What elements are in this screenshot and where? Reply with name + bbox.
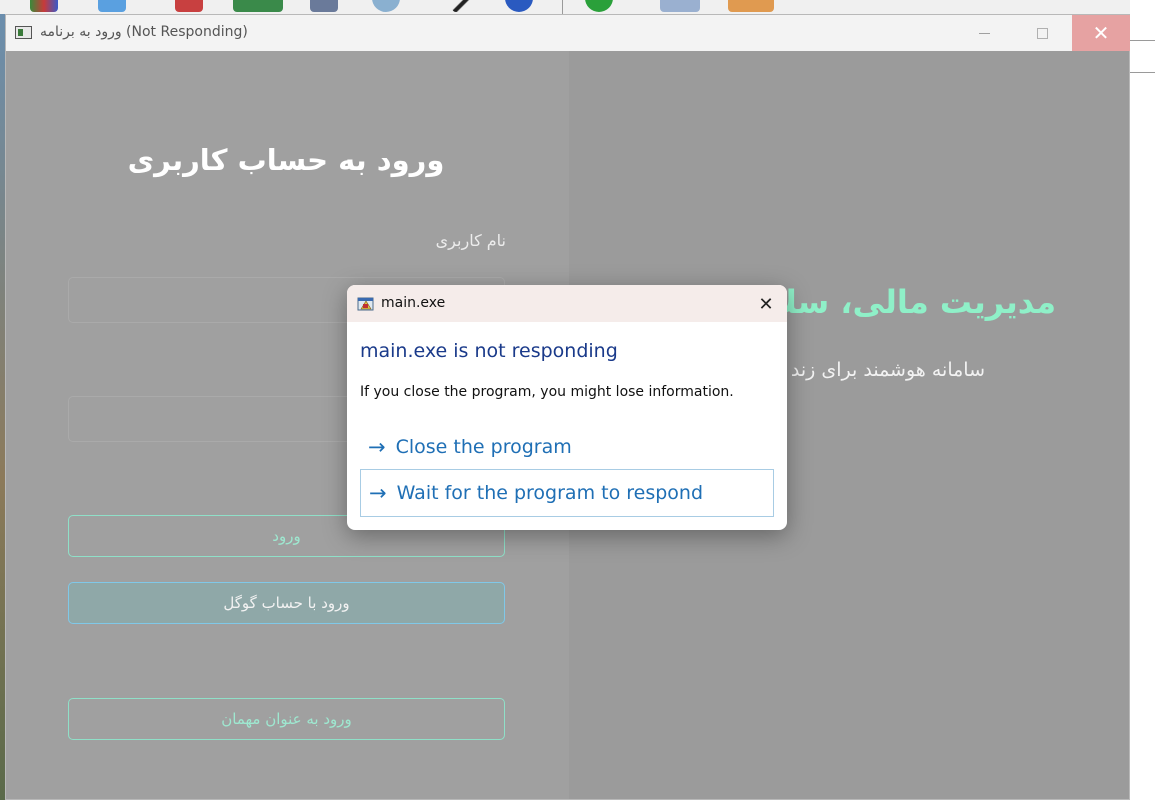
dialog-title: main.exe (381, 295, 446, 311)
close-icon: ✕ (1092, 21, 1110, 45)
close-icon: ✕ (758, 293, 774, 315)
toolbar-box-icon[interactable] (728, 0, 774, 12)
toolbar-magnifier-icon[interactable] (372, 0, 400, 12)
toolbar-info-icon[interactable] (505, 0, 533, 12)
minimize-button[interactable] (955, 15, 1013, 51)
hero-subtitle: سامانه هوشمند برای زند (790, 359, 985, 381)
google-login-button[interactable]: ورود با حساب گوگل (68, 582, 505, 624)
dialog-close-button[interactable]: ✕ (751, 291, 781, 317)
hero-title: مدیریت مالی، سلام (750, 283, 1056, 321)
guest-login-button[interactable]: ورود به عنوان مهمان (68, 698, 505, 740)
arrow-right-icon: → (368, 435, 386, 459)
option-label: Wait for the program to respond (396, 482, 704, 504)
window-titlebar[interactable]: ورود به برنامه (Not Responding) ✕ (6, 15, 1130, 51)
dialog-message: If you close the program, you might lose… (360, 384, 734, 400)
arrow-right-icon: → (369, 481, 387, 505)
background-app-toolbar (0, 0, 1155, 14)
wait-program-option[interactable]: → Wait for the program to respond (360, 469, 774, 517)
close-button[interactable]: ✕ (1072, 15, 1130, 51)
toolbar-book-icon[interactable] (233, 0, 283, 12)
window-title: ورود به برنامه (Not Responding) (40, 24, 248, 40)
background-window-edge (1130, 0, 1155, 800)
option-label: Close the program (395, 436, 572, 458)
close-program-option[interactable]: → Close the program (360, 423, 774, 471)
maximize-icon (1036, 27, 1048, 39)
background-divider (1130, 72, 1155, 73)
toolbar-separator (562, 0, 563, 14)
background-divider (1130, 40, 1155, 41)
app-window-icon (15, 26, 32, 39)
toolbar-window-icon[interactable] (98, 0, 126, 12)
toolbar-arrow-icon[interactable] (660, 0, 700, 12)
username-label: نام کاربری (435, 231, 506, 250)
minimize-icon (978, 32, 990, 34)
login-title: ورود به حساب کاربری (127, 143, 445, 177)
dialog-heading: main.exe is not responding (360, 340, 618, 362)
maximize-button[interactable] (1013, 15, 1071, 51)
toolbar-document-icon[interactable] (175, 0, 203, 12)
dialog-titlebar[interactable]: main.exe ✕ (347, 285, 787, 322)
toolbar-green-icon[interactable] (585, 0, 613, 12)
toolbar-books-icon[interactable] (30, 0, 58, 12)
toolbar-bin-icon[interactable] (310, 0, 338, 12)
not-responding-dialog: main.exe ✕ main.exe is not responding If… (347, 285, 787, 530)
application-icon (357, 297, 374, 311)
toolbar-wand-icon[interactable] (452, 0, 482, 12)
